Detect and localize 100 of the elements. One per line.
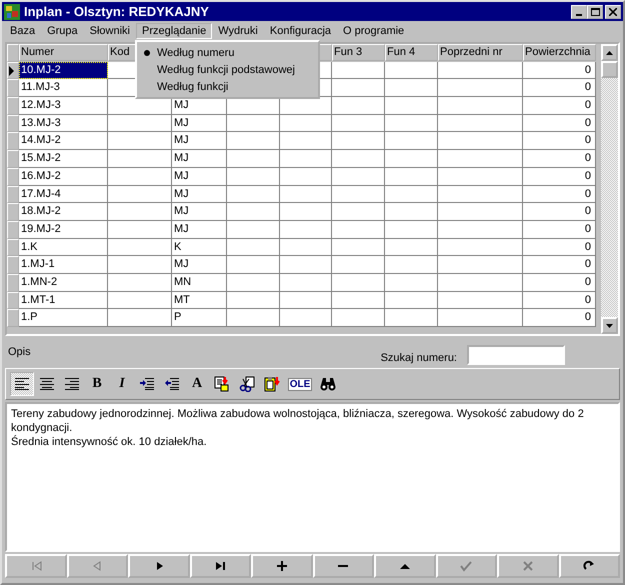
table-cell <box>332 292 385 310</box>
table-cell: 0 <box>523 97 596 115</box>
table-cell <box>332 238 385 256</box>
table-cell <box>108 238 172 256</box>
table-cell: MJ <box>172 132 227 150</box>
menu-item[interactable]: O programie <box>337 22 410 38</box>
table-cell: 14.MJ-2 <box>19 132 108 150</box>
clipboard-icon <box>264 376 280 392</box>
table-cell <box>108 203 172 221</box>
table-cell: MJ <box>172 186 227 204</box>
table-cell <box>332 150 385 168</box>
table-cell <box>332 256 385 274</box>
bold-button[interactable]: B <box>85 372 109 396</box>
table-cell: MJ <box>172 220 227 239</box>
table-cell <box>280 238 332 256</box>
table-cell <box>385 79 438 98</box>
font-button[interactable]: A <box>185 372 209 396</box>
table-cell <box>332 203 385 221</box>
table-cell <box>280 220 332 239</box>
description-label: Opis <box>8 346 32 358</box>
menu-option[interactable]: Według funkcji <box>157 80 228 92</box>
table-cell <box>385 168 438 186</box>
table-cell <box>332 114 385 132</box>
table-cell: 0 <box>523 62 596 80</box>
table-cell <box>280 292 332 310</box>
table-cell: 10.MJ-2 <box>19 62 108 80</box>
column-header: Numer <box>19 44 108 61</box>
table-cell: P <box>172 309 227 327</box>
table-cell <box>385 186 438 204</box>
minimize-button[interactable] <box>571 4 587 18</box>
menu-item[interactable]: Słowniki <box>84 22 136 38</box>
ole-button[interactable]: OLE <box>285 372 315 396</box>
table-cell <box>280 168 332 186</box>
column-header: Poprzedni nr <box>438 44 523 61</box>
table-cell <box>385 309 438 327</box>
table-cell <box>332 309 385 327</box>
table-cell: 0 <box>523 186 596 204</box>
edit-button[interactable] <box>374 554 436 578</box>
table-cell: 1.MJ-1 <box>19 256 108 274</box>
table-cell <box>227 132 280 150</box>
refresh-button[interactable] <box>558 554 620 578</box>
table-cell <box>108 114 172 132</box>
search-label: Szukaj numeru: <box>380 352 457 364</box>
last-button[interactable] <box>190 554 251 578</box>
table-cell: 0 <box>523 168 596 186</box>
table-cell <box>108 150 172 168</box>
description-text: Tereny zabudowy jednorodzinnej. Możliwa zabudowa wolnostojąca, bliźniacza, szeregowa. Wysokość zabudowy do 2 kondygnacji. <box>11 407 585 435</box>
table-cell <box>385 238 438 256</box>
search-field[interactable] <box>467 345 565 365</box>
table-cell <box>332 186 385 204</box>
table-cell: 0 <box>523 203 596 221</box>
menu-item[interactable]: Baza <box>4 22 42 38</box>
table-cell <box>280 132 332 150</box>
menu-item[interactable]: Przeglądanie <box>136 22 212 38</box>
table-cell <box>227 256 280 274</box>
table-cell <box>108 274 172 292</box>
table-cell: 0 <box>523 292 596 310</box>
table-cell: 1.P <box>19 309 108 327</box>
table-cell: 15.MJ-2 <box>19 150 108 168</box>
insert-button[interactable] <box>251 554 312 578</box>
close-button[interactable] <box>605 4 621 18</box>
table-cell: 17.MJ-4 <box>19 186 108 204</box>
align-left-button[interactable] <box>10 372 34 396</box>
table-cell <box>385 114 438 132</box>
table-cell: 0 <box>523 132 596 150</box>
menu-item[interactable]: Konfiguracja <box>264 22 338 38</box>
description-text-area[interactable]: Tereny zabudowy jednorodzinnej. Możliwa zabudowa wolnostojąca, bliźniacza, szeregowa. Wysokość zabudowy do 2 kondygnacji. Średnia intensywność ok. 10 działek/ha. <box>5 402 620 552</box>
scroll-thumb[interactable] <box>601 61 618 78</box>
skip-first-icon <box>30 560 42 572</box>
table-cell <box>332 97 385 115</box>
table-cell: 0 <box>523 79 596 98</box>
table-cell: 1.K <box>19 238 108 256</box>
row-pointer-icon <box>8 66 14 76</box>
table-cell: 19.MJ-2 <box>19 220 108 239</box>
table-cell: MJ <box>172 150 227 168</box>
scrollbar[interactable] <box>601 44 618 334</box>
menu-item[interactable]: Wydruki <box>212 22 264 38</box>
cross-icon <box>522 560 534 572</box>
italic-button[interactable]: I <box>110 372 134 396</box>
table-cell <box>280 114 332 132</box>
table-cell <box>108 186 172 204</box>
table-cell <box>227 220 280 239</box>
row-header[interactable] <box>7 62 19 80</box>
menu-item[interactable]: Grupa <box>41 22 84 38</box>
table-cell: MJ <box>172 114 227 132</box>
table-cell <box>227 292 280 310</box>
table-cell <box>385 256 438 274</box>
table-cell <box>227 168 280 186</box>
table-cell <box>385 220 438 239</box>
table-cell: 0 <box>523 220 596 239</box>
scroll-up-icon <box>606 50 613 54</box>
indent-icon <box>140 378 154 390</box>
table-cell: 0 <box>523 256 596 274</box>
maximize-button[interactable] <box>587 4 603 18</box>
table-cell <box>280 274 332 292</box>
close-icon <box>609 8 617 16</box>
column-header: Powierzchnia <box>523 44 596 61</box>
column-header: Fun 3 <box>332 44 385 61</box>
menu-option[interactable]: Według funkcji podstawowej <box>157 64 295 76</box>
table-cell: 0 <box>523 114 596 132</box>
